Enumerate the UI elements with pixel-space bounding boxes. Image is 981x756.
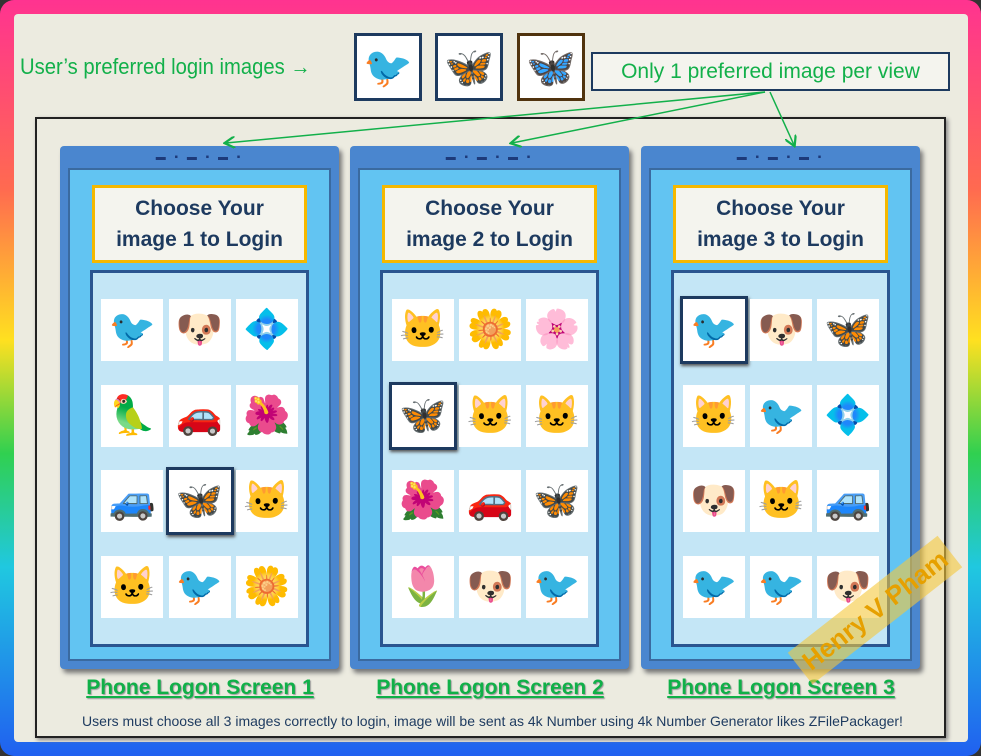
footer-text: Users must choose all 3 images correctly… <box>82 713 903 729</box>
arrow-3 <box>769 91 794 145</box>
arrow-2 <box>512 91 766 143</box>
arrow-1 <box>226 91 766 143</box>
